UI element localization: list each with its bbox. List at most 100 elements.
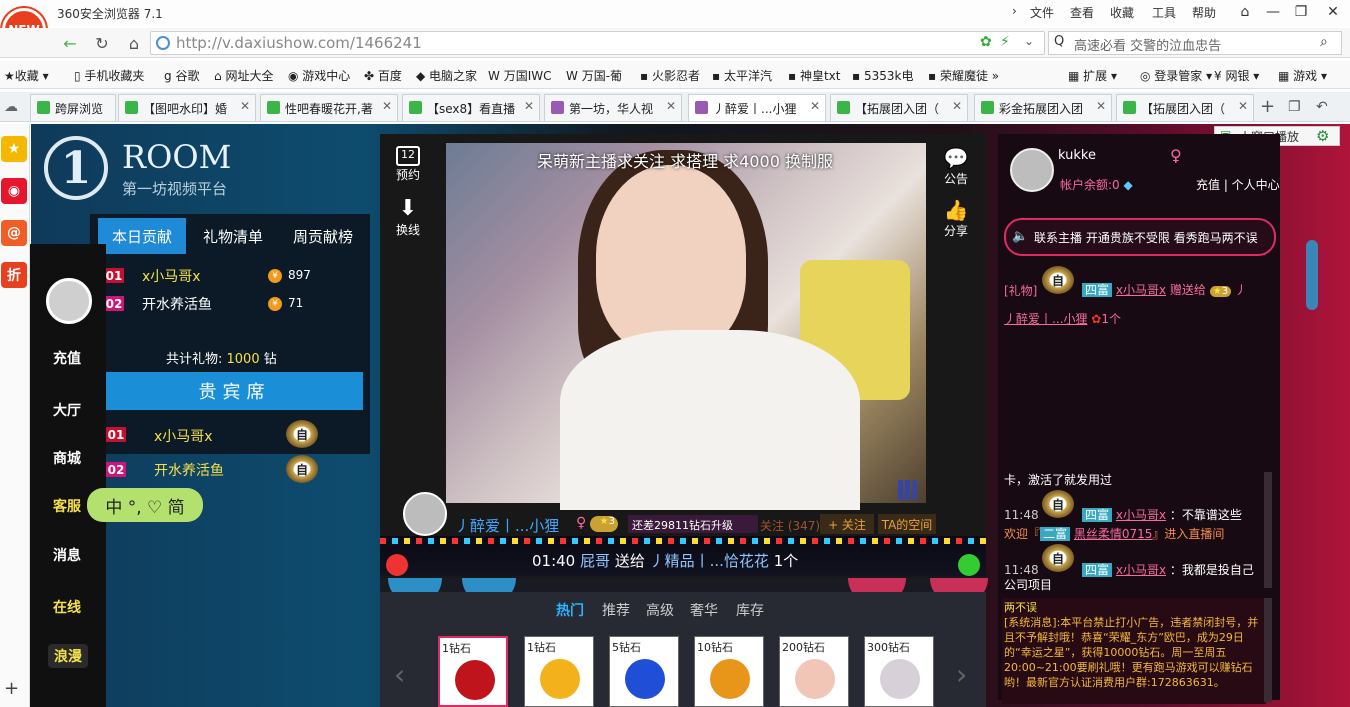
tab-close-icon[interactable]: ✕ bbox=[382, 99, 392, 113]
gift-snack[interactable]: 10钻石 bbox=[694, 636, 764, 707]
menu-messages[interactable]: 消息 bbox=[40, 545, 94, 565]
menu-online[interactable]: 在线 bbox=[40, 597, 94, 617]
rank-user-name[interactable]: x小马哥x bbox=[142, 266, 201, 286]
tab-1[interactable]: 【图吧水印】婚 ✕ bbox=[118, 94, 256, 121]
tab-close-icon[interactable]: ✕ bbox=[1238, 99, 1248, 113]
tab-close-icon[interactable]: ✕ bbox=[952, 99, 962, 113]
menu-help[interactable]: 帮助 bbox=[1192, 4, 1216, 21]
vip-user-name[interactable]: x小马哥x bbox=[154, 426, 213, 446]
gift-tab-recommend[interactable]: 推荐 bbox=[602, 600, 630, 620]
search-engine-icon[interactable]: Q bbox=[1054, 34, 1064, 49]
tab-daily-contribution[interactable]: 本日贡献 bbox=[98, 218, 186, 254]
tab-close-icon[interactable]: ✕ bbox=[666, 99, 676, 113]
bookmark-hao[interactable]: ⌂ 网址大全 bbox=[214, 67, 273, 84]
gift-next-arrow-icon[interactable]: › bbox=[956, 658, 967, 691]
bookmark-txt[interactable]: ▪ 神皇txt bbox=[788, 67, 840, 84]
menu-service[interactable]: 客服 bbox=[40, 496, 94, 516]
menu-recharge[interactable]: 充值 bbox=[40, 348, 94, 368]
host-space-button[interactable]: TA的空间 bbox=[878, 514, 936, 534]
menu-view[interactable]: 查看 bbox=[1070, 4, 1094, 21]
tab-4[interactable]: 第一坊，华人视 ✕ bbox=[544, 94, 682, 121]
bookmark-iwc2[interactable]: W 万国-葡 bbox=[566, 67, 622, 84]
tab-close-icon[interactable]: ✕ bbox=[240, 99, 250, 113]
gift-tab-inventory[interactable]: 库存 bbox=[736, 600, 764, 620]
avatar[interactable] bbox=[46, 278, 92, 324]
vip-seats-header[interactable]: 贵宾席 bbox=[106, 372, 363, 410]
url-text[interactable]: http://v.daxiushow.com/1466241 bbox=[176, 34, 422, 52]
chat-user-link[interactable]: x小马哥x bbox=[1116, 283, 1166, 297]
bookmark-pconline[interactable]: ▪ 太平洋汽 bbox=[712, 67, 772, 84]
recharge-links[interactable]: 充值 | 个人中心 bbox=[1196, 176, 1280, 193]
login-manager-button[interactable]: ◎ 登录管家 ▾ bbox=[1140, 67, 1212, 84]
skin-icon[interactable]: ⌂ bbox=[1232, 2, 1258, 22]
system-scrollbar[interactable] bbox=[1264, 598, 1272, 702]
home-icon[interactable]: ⌂ bbox=[122, 32, 146, 54]
host-name[interactable]: 丿醉爱丨...小狸 bbox=[455, 515, 559, 536]
bookmark-games[interactable]: ◉ 游戏中心 bbox=[288, 67, 350, 84]
tab-5-active[interactable]: 丿醉爱丨...小狸 ✕ bbox=[688, 94, 826, 121]
gift-tab-hot[interactable]: 热门 bbox=[556, 600, 584, 620]
bookmark-pchome[interactable]: ◆ 电脑之家 bbox=[416, 67, 477, 84]
follow-button[interactable]: + 关注 bbox=[820, 514, 874, 534]
bookmark-honor[interactable]: ▪ 荣耀魔徒 » bbox=[928, 67, 999, 84]
ime-toolbar[interactable]: 中 °, ♡ 简 bbox=[87, 488, 203, 522]
switch-line-button[interactable]: ⬇ 换线 bbox=[392, 196, 424, 238]
speed-icon[interactable]: ✿ bbox=[980, 34, 992, 50]
search-icon[interactable]: ⌕ bbox=[1320, 34, 1328, 50]
tab-6[interactable]: 【拓展团入团（ ✕ bbox=[830, 94, 968, 121]
tab-close-icon[interactable]: ✕ bbox=[810, 99, 820, 113]
undo-close-icon[interactable]: ↶ bbox=[1316, 99, 1328, 115]
menu-file[interactable]: 文件 bbox=[1030, 4, 1054, 21]
announcement-button[interactable]: 💬 公告 bbox=[938, 146, 974, 187]
mail-icon[interactable]: @ bbox=[1, 220, 27, 246]
page-scrollbar[interactable] bbox=[1306, 240, 1318, 310]
new-tab-button[interactable]: + bbox=[1260, 96, 1275, 117]
extensions-button[interactable]: ▦ 扩展 ▾ bbox=[1068, 67, 1117, 84]
games-button[interactable]: ▦ 游戏 ▾ bbox=[1278, 67, 1327, 84]
tab-close-icon[interactable]: ✕ bbox=[524, 99, 534, 113]
add-sidebar-icon[interactable]: + bbox=[4, 678, 19, 699]
menu-romance[interactable]: 浪漫 bbox=[48, 644, 88, 668]
gift-rose[interactable]: 1钻石 bbox=[438, 636, 508, 707]
tab-weekly-rank[interactable]: 周贡献榜 bbox=[280, 218, 366, 254]
menu-favorites[interactable]: 收藏 bbox=[1110, 4, 1134, 21]
gift-blue-rose[interactable]: 5钻石 bbox=[609, 636, 679, 707]
menu-lobby[interactable]: 大厅 bbox=[40, 400, 94, 420]
share-button[interactable]: 👍 分享 bbox=[938, 198, 974, 239]
minimize-button[interactable]: — bbox=[1260, 2, 1286, 22]
tab-list-icon[interactable]: ❐ bbox=[1288, 99, 1301, 115]
host-avatar[interactable] bbox=[403, 492, 447, 536]
chat-user-link[interactable]: 丿醉爱丨...小狸 bbox=[1004, 312, 1087, 326]
back-icon[interactable]: ← bbox=[58, 32, 82, 54]
chat-user-link[interactable]: 黑丝柔情0715 bbox=[1074, 527, 1153, 541]
bookmark-5353[interactable]: ▪ 5353k电 bbox=[852, 67, 913, 84]
bank-button[interactable]: ¥ 网银 ▾ bbox=[1214, 67, 1259, 84]
bookmark-baidu[interactable]: ✤ 百度 bbox=[364, 67, 402, 84]
star-icon[interactable]: ★ bbox=[1, 136, 27, 162]
notice-bar[interactable]: 联系主播 开通贵族不受限 看秀跑马两不误 bbox=[1004, 218, 1276, 256]
room-logo-icon[interactable]: 1 bbox=[44, 136, 108, 200]
user-avatar[interactable] bbox=[1010, 148, 1054, 192]
vip-user-name[interactable]: 开水养活鱼 bbox=[154, 460, 224, 480]
bookmark-iwc[interactable]: W 万国IWC bbox=[488, 67, 551, 84]
gift-prev-arrow-icon[interactable]: ‹ bbox=[394, 658, 405, 691]
dropdown-icon[interactable]: ⌄ bbox=[1024, 34, 1034, 48]
weibo-icon[interactable]: ◉ bbox=[1, 178, 27, 204]
menu-shop[interactable]: 商城 bbox=[40, 448, 94, 468]
close-button[interactable]: ✕ bbox=[1320, 2, 1346, 22]
bookmark-favorites[interactable]: ★收藏 ▾ bbox=[4, 67, 49, 84]
tab-2[interactable]: 性吧春暖花开,著 ✕ bbox=[260, 94, 398, 121]
chat-scrollbar[interactable] bbox=[1264, 472, 1272, 588]
gift-tab-luxury[interactable]: 奢华 bbox=[690, 600, 718, 620]
rank-user-name[interactable]: 开水养活鱼 bbox=[142, 294, 212, 314]
discount-icon[interactable]: 折 bbox=[1, 262, 27, 288]
tab-0[interactable]: 跨屏浏览 bbox=[30, 94, 116, 121]
settings-icon[interactable]: ⚙ bbox=[1316, 127, 1329, 145]
refresh-icon[interactable]: ↻ bbox=[90, 32, 114, 54]
bookmark-google[interactable]: g 谷歌 bbox=[164, 67, 199, 84]
maximize-button[interactable]: ❐ bbox=[1288, 2, 1314, 22]
menu-tools[interactable]: 工具 bbox=[1152, 4, 1176, 21]
menu-chevron-icon[interactable]: › bbox=[1012, 4, 1017, 18]
bookmark-naruto[interactable]: ▪ 火影忍者 bbox=[640, 67, 700, 84]
gift-hands[interactable]: 200钻石 bbox=[779, 636, 849, 707]
